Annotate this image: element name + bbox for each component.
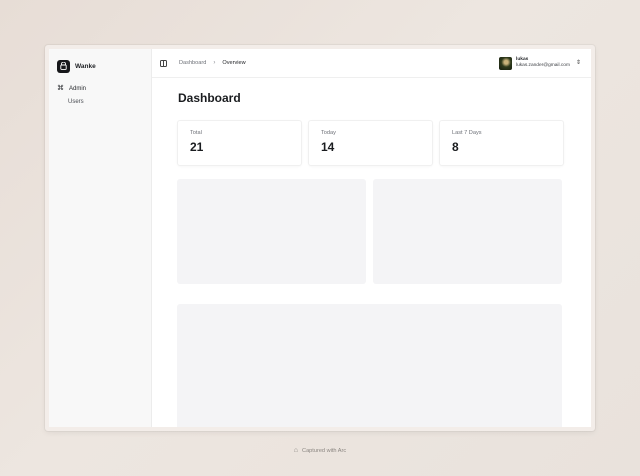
- sidebar-item-admin[interactable]: ⌘ Admin: [57, 82, 143, 95]
- breadcrumb-dashboard[interactable]: Dashboard: [179, 60, 206, 66]
- chevron-right-icon: ›: [213, 60, 216, 66]
- stat-label: Total: [190, 130, 202, 136]
- sidebar: Wanke ⌘ Admin Users: [49, 49, 152, 427]
- stat-value: 14: [321, 140, 335, 154]
- stat-label: Last 7 Days: [452, 130, 482, 136]
- command-icon: ⌘: [57, 85, 64, 92]
- browser-frame: Wanke ⌘ Admin Users Dashboard › Overview: [45, 45, 595, 431]
- app-name: Wanke: [75, 62, 96, 70]
- stat-card-total: Total 21: [177, 120, 302, 166]
- stat-value: 8: [452, 140, 459, 154]
- chart-placeholder-left: [177, 179, 366, 284]
- stat-value: 21: [190, 140, 204, 154]
- sidebar-nav: ⌘ Admin Users: [57, 82, 143, 108]
- breadcrumb: Dashboard › Overview: [179, 60, 246, 66]
- capture-footer: ⌂ Captured with Arc: [0, 447, 640, 454]
- topbar: Dashboard › Overview lukas lukas.zander@…: [152, 49, 591, 78]
- avatar: [499, 56, 513, 70]
- app-logo-icon: [57, 59, 70, 73]
- stat-card-last-7-days: Last 7 Days 8: [439, 120, 564, 166]
- stats-row: Total 21 Today 14 Last 7 Days 8: [177, 120, 566, 166]
- user-email: lukas.zander@gmail.com: [516, 63, 570, 68]
- content-placeholder-wide: [177, 304, 562, 427]
- page-title: Dashboard: [178, 91, 241, 105]
- user-menu[interactable]: lukas lukas.zander@gmail.com ⇕: [499, 56, 581, 70]
- app-window: Wanke ⌘ Admin Users Dashboard › Overview: [49, 49, 591, 427]
- placeholder-row: [177, 179, 566, 284]
- stat-card-today: Today 14: [308, 120, 433, 166]
- chart-placeholder-right: [373, 179, 562, 284]
- stat-label: Today: [321, 130, 336, 136]
- main-area: Dashboard › Overview lukas lukas.zander@…: [152, 49, 591, 427]
- footer-text: Captured with Arc: [302, 447, 347, 454]
- breadcrumb-overview: Overview: [222, 60, 246, 66]
- sidebar-item-label: Users: [68, 98, 84, 105]
- chevrons-up-down-icon: ⇕: [575, 60, 581, 66]
- brand[interactable]: Wanke: [57, 59, 143, 73]
- dashboard-content: Dashboard Total 21 Today 14 Last 7 Days …: [152, 78, 591, 427]
- sidebar-toggle-icon[interactable]: [160, 59, 167, 67]
- arc-logo-icon: ⌂: [293, 447, 299, 454]
- sidebar-item-users[interactable]: Users: [57, 95, 143, 108]
- sidebar-item-label: Admin: [69, 85, 87, 92]
